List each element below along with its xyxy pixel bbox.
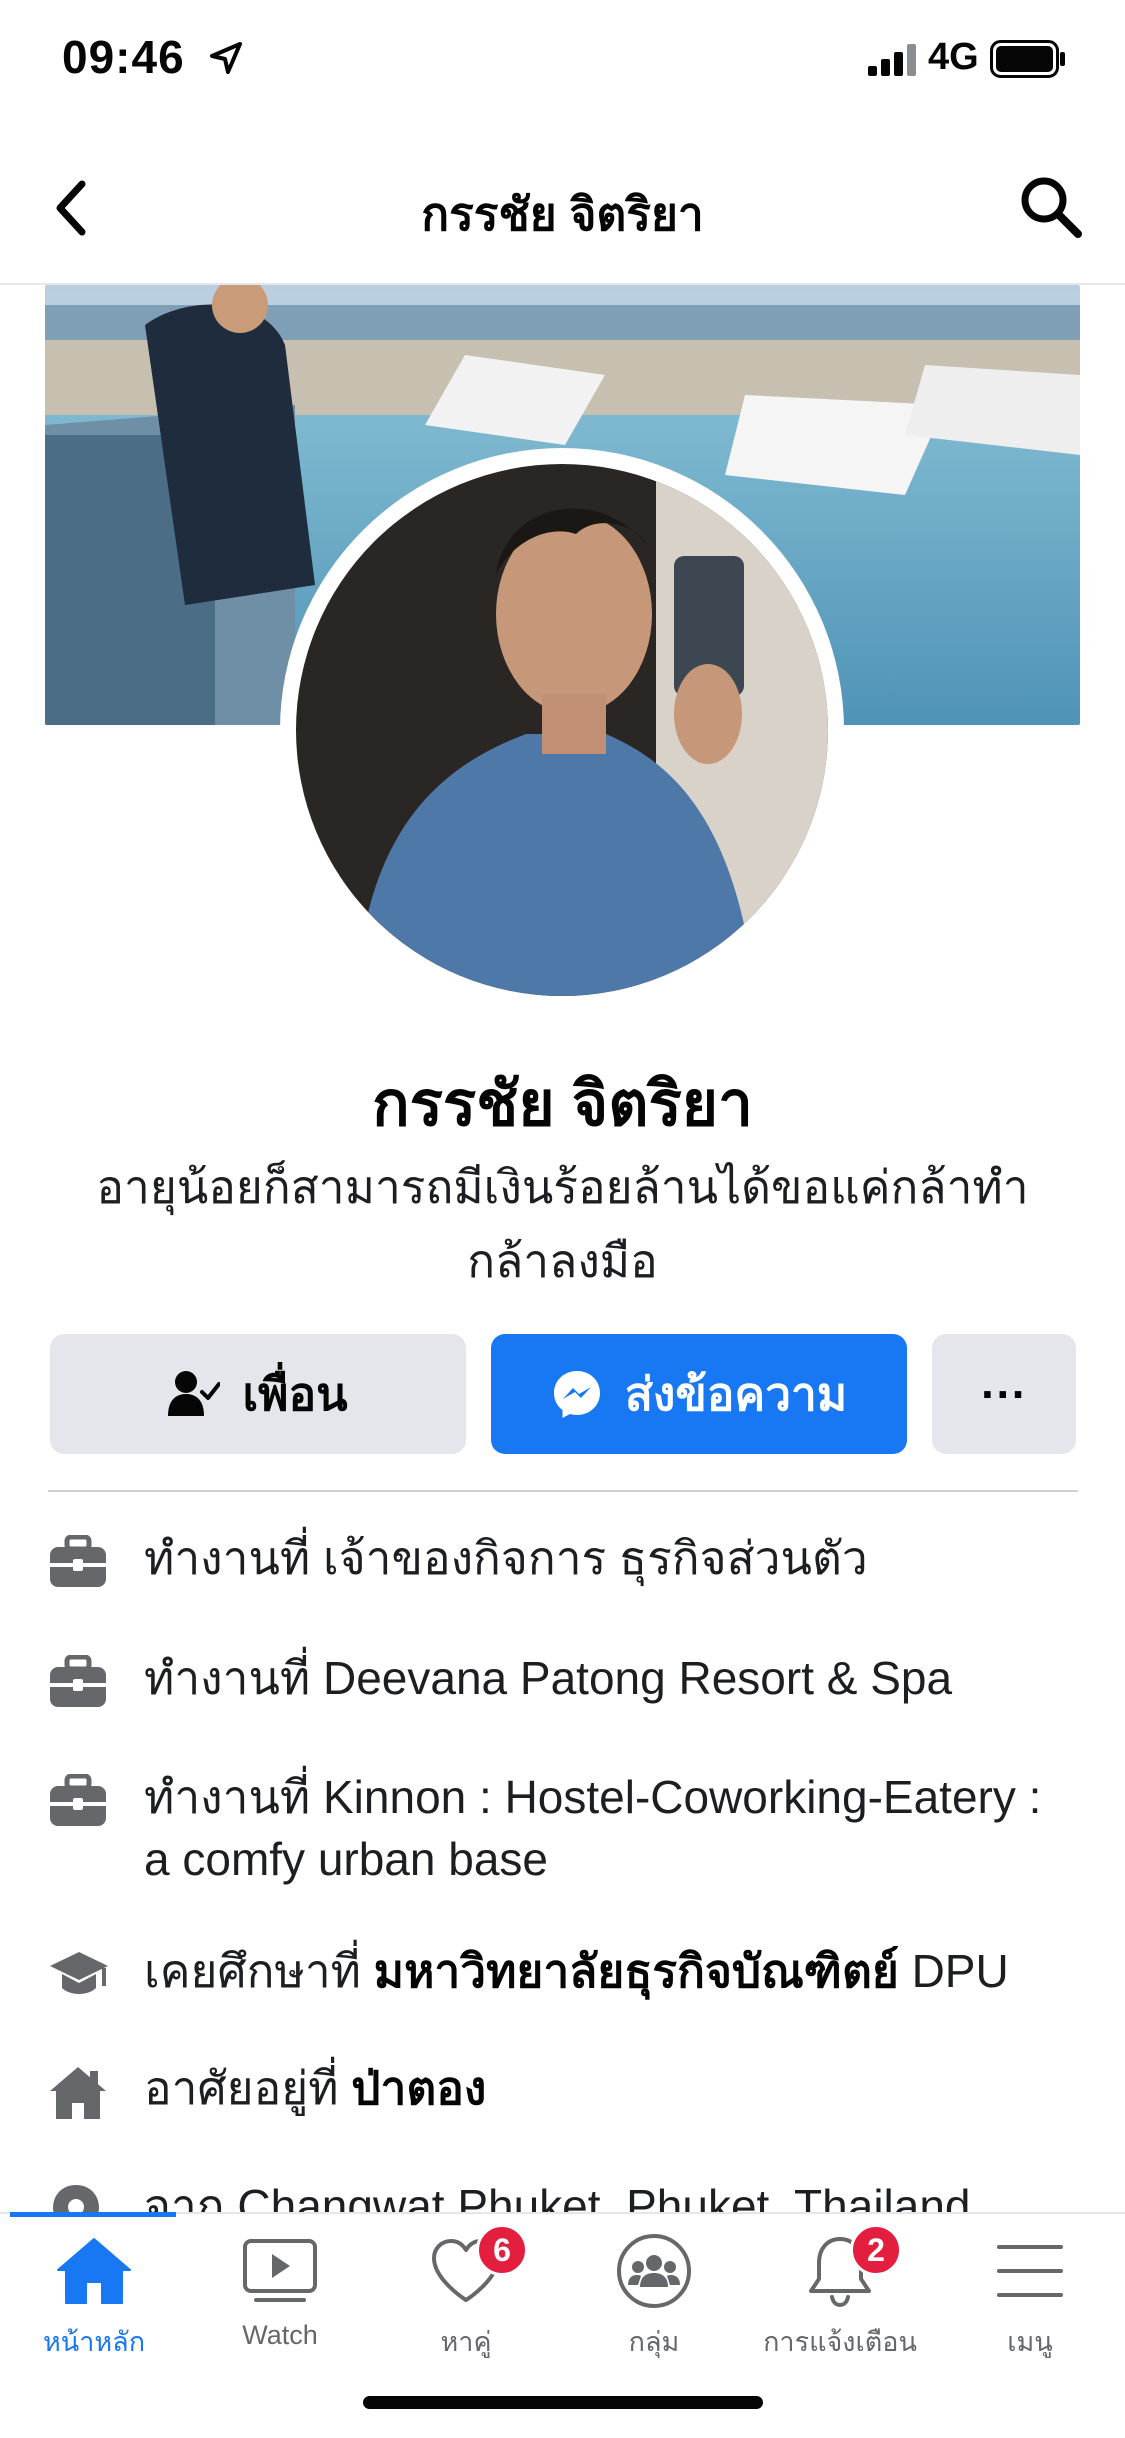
profile-bio: อายุน้อยก็สามารถมีเงินร้อยล้านได้ขอแค่กล…: [60, 1150, 1065, 1298]
tab-dating[interactable]: 6 หาคู่: [372, 2224, 560, 2363]
tab-label: กลุ่ม: [628, 2327, 680, 2357]
detail-prefix: เคยศึกษาที่: [144, 1945, 361, 1997]
send-message-button[interactable]: ส่งข้อความ: [491, 1334, 907, 1454]
tab-label: หน้าหลัก: [42, 2327, 146, 2357]
detail-value[interactable]: มหาวิทยาลัยธุรกิจบัณฑิตย์: [374, 1945, 899, 1997]
briefcase-icon: [48, 1773, 108, 1890]
profile-name: กรรชัย จิตริยา: [372, 1070, 753, 1139]
house-icon: [48, 2065, 108, 2126]
detail-prefix: ทำงานที่: [144, 1771, 311, 1823]
tab-label: หาคู่: [440, 2327, 492, 2357]
bio-line-2: กล้าลงมือ: [467, 1235, 658, 1287]
briefcase-icon: [48, 1654, 108, 1714]
watch-video-icon: [243, 2239, 317, 2302]
detail-value[interactable]: ป่าตอง: [351, 2062, 486, 2114]
active-tab-indicator: [10, 2212, 176, 2217]
more-options-button[interactable]: ···: [932, 1334, 1076, 1454]
tab-label: Watch: [242, 2320, 318, 2350]
search-icon[interactable]: [1018, 174, 1084, 240]
status-time: 09:46: [62, 31, 185, 83]
friends-label: เพื่อน: [242, 1367, 348, 1420]
detail-value[interactable]: Deevana Patong Resort & Spa: [323, 1652, 952, 1704]
tab-label: การแจ้งเตือน: [763, 2327, 917, 2357]
home-indicator: [363, 2396, 763, 2409]
friends-button[interactable]: เพื่อน: [50, 1334, 466, 1454]
tab-home[interactable]: หน้าหลัก: [0, 2228, 188, 2363]
detail-work-2: ทำงานที่ Deevana Patong Resort & Spa: [48, 1647, 1088, 1714]
detail-work-1: ทำงานที่ เจ้าของกิจการ ธุรกิจส่วนตัว: [48, 1527, 1088, 1594]
page-title: กรรชัย จิตริยา: [421, 188, 704, 240]
profile-avatar[interactable]: [296, 464, 828, 996]
detail-value[interactable]: เจ้าของกิจการ ธุรกิจส่วนตัว: [323, 1532, 868, 1584]
tab-label: เมนู: [1007, 2327, 1053, 2357]
detail-education: เคยศึกษาที่ มหาวิทยาลัยธุรกิจบัณฑิตย์ DP…: [48, 1940, 1088, 2007]
notifications-badge: 2: [850, 2224, 902, 2276]
home-icon: [57, 2238, 131, 2304]
section-divider: [48, 1490, 1078, 1492]
graduation-cap-icon: [48, 1948, 108, 2007]
detail-prefix: ทำงานที่: [144, 1652, 311, 1704]
battery-icon: [990, 40, 1065, 78]
dating-badge: 6: [476, 2224, 528, 2276]
tab-notifications[interactable]: 2 การแจ้งเตือน: [746, 2224, 934, 2363]
send-message-label: ส่งข้อความ: [624, 1367, 848, 1420]
detail-prefix: ทำงานที่: [144, 1532, 311, 1584]
tab-watch[interactable]: Watch: [186, 2228, 374, 2351]
friend-check-icon: [168, 1370, 221, 1418]
detail-lives-in: อาศัยอยู่ที่ ป่าตอง: [48, 2057, 1088, 2126]
tab-menu[interactable]: เมนู: [936, 2228, 1124, 2363]
network-label: 4G: [928, 36, 979, 78]
briefcase-icon: [48, 1534, 108, 1594]
messenger-icon: [551, 1368, 603, 1420]
tab-groups[interactable]: กลุ่ม: [560, 2228, 748, 2363]
detail-suffix: DPU: [911, 1945, 1009, 1997]
detail-work-3: ทำงานที่ Kinnon : Hostel-Coworking-Eater…: [48, 1766, 1088, 1890]
more-options-label: ···: [981, 1368, 1027, 1420]
groups-icon: [617, 2234, 691, 2308]
hamburger-menu-icon: [997, 2245, 1063, 2297]
location-arrow-icon: [210, 42, 242, 74]
detail-prefix: อาศัยอยู่ที่: [144, 2062, 339, 2114]
bio-line-1: อายุน้อยก็สามารถมีเงินร้อยล้านได้ขอแค่กล…: [96, 1161, 1029, 1213]
signal-icon: [868, 44, 916, 76]
